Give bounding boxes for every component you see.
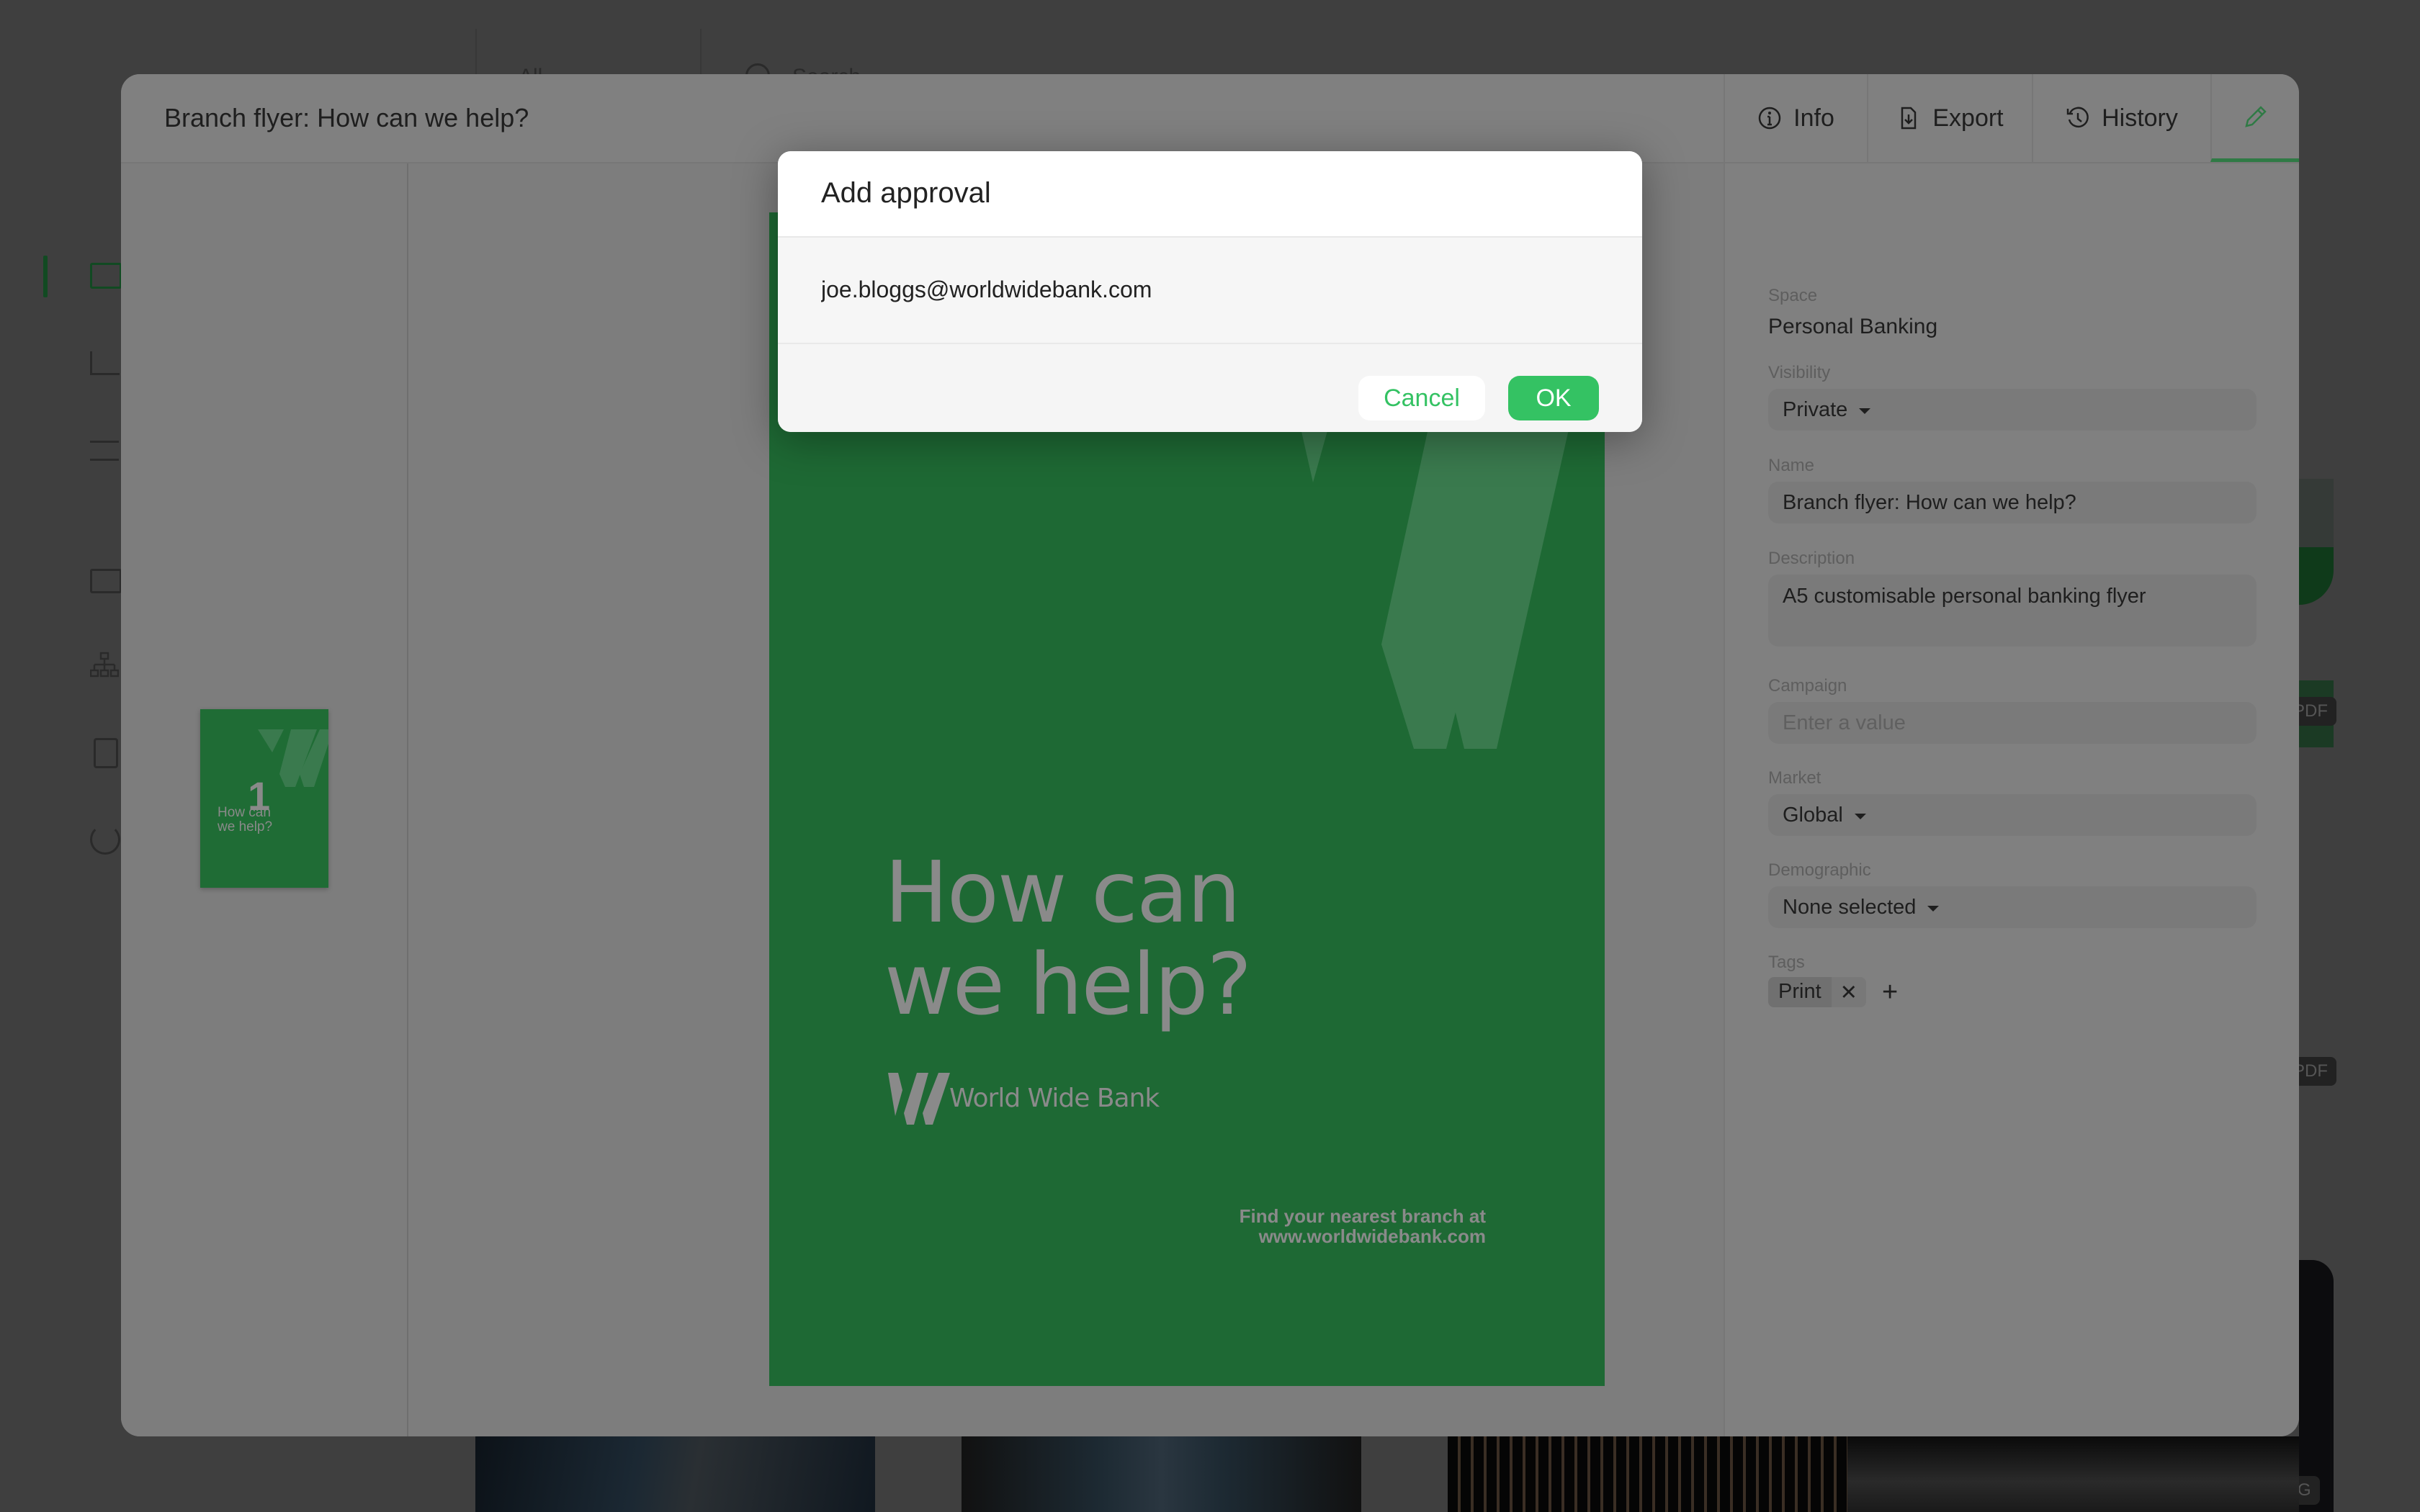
export-file-icon <box>1901 107 1917 130</box>
tab-export[interactable]: Export <box>1867 74 2032 162</box>
history-icon <box>2066 107 2089 128</box>
market-select[interactable]: Global <box>1768 794 2257 836</box>
close-icon[interactable]: ✕ <box>1831 977 1866 1007</box>
dialog-header: Add approval <box>778 151 1642 238</box>
demographic-value: None selected <box>1783 895 1917 919</box>
space-label: Space <box>1768 286 1818 305</box>
chevron-down-icon <box>1859 408 1871 414</box>
visibility-label: Visibility <box>1768 363 1831 382</box>
approver-email-input[interactable] <box>821 276 1541 303</box>
sliders-icon <box>90 441 119 461</box>
chart-icon <box>90 351 120 375</box>
power-icon <box>90 824 120 855</box>
tag-chip: Print ✕ <box>1768 977 1866 1007</box>
tags-label: Tags <box>1768 953 1805 972</box>
space-value: Personal Banking <box>1768 315 1938 338</box>
info-icon <box>1758 107 1781 130</box>
flyer-headline: How can we help? <box>884 842 1252 1034</box>
flyer-footer-line: www.worldwidebank.com <box>1258 1225 1486 1247</box>
add-approval-dialog: Add approval Cancel OK <box>778 151 1642 432</box>
flyer-headline-line: we help? <box>884 935 1252 1034</box>
demographic-select[interactable]: None selected <box>1768 886 2257 928</box>
flyer-headline-line: How can <box>884 842 1241 942</box>
tag-label: Print <box>1768 977 1832 1007</box>
flyer-footer: Find your nearest branch at www.worldwid… <box>1240 1206 1486 1246</box>
market-label: Market <box>1768 768 1821 788</box>
campaign-placeholder: Enter a value <box>1783 711 1906 734</box>
campaign-input[interactable]: Enter a value <box>1768 702 2257 744</box>
bg-photo <box>2299 1260 2334 1512</box>
demographic-label: Demographic <box>1768 860 1871 880</box>
dialog-footer: Cancel OK <box>778 344 1642 432</box>
bg-card-thumb <box>2299 479 2334 547</box>
bg-photo[interactable] <box>475 1436 875 1512</box>
tab-label: Info <box>1793 104 1834 132</box>
brand-logo-icon <box>888 1073 950 1125</box>
contact-card-icon <box>94 738 118 768</box>
description-textarea[interactable]: A5 customisable personal banking flyer <box>1768 575 2257 647</box>
description-value: A5 customisable personal banking flyer <box>1783 585 2146 608</box>
modal-header: Branch flyer: How can we help? Info Expo… <box>121 74 2299 163</box>
modal-title: Branch flyer: How can we help? <box>164 103 529 132</box>
campaign-label: Campaign <box>1768 676 1847 696</box>
page-thumbnail[interactable]: 1 How can we help? <box>200 709 328 888</box>
tab-history[interactable]: History <box>2032 74 2210 162</box>
tab-label: Export <box>1932 104 2004 132</box>
bg-photo[interactable] <box>962 1436 1361 1512</box>
pencil-icon <box>2244 105 2267 127</box>
bg-photo[interactable] <box>1448 1436 1847 1512</box>
chevron-down-icon <box>1927 906 1940 912</box>
tab-info[interactable]: Info <box>1724 74 1867 162</box>
name-input[interactable]: Branch flyer: How can we help? <box>1768 482 2257 523</box>
flyer-footer-line: Find your nearest branch at <box>1239 1205 1486 1227</box>
visibility-value: Private <box>1783 397 1848 421</box>
ok-button[interactable]: OK <box>1508 376 1599 420</box>
bg-sidebar-active-indicator <box>43 256 48 297</box>
folder-icon <box>90 569 122 593</box>
market-value: Global <box>1783 803 1843 827</box>
add-tag-button[interactable]: + <box>1882 977 1898 1008</box>
tab-label: History <box>2102 104 2178 132</box>
hierarchy-icon <box>89 652 120 680</box>
visibility-select[interactable]: Private <box>1768 389 2257 431</box>
bg-photo[interactable] <box>1847 1436 2299 1512</box>
details-panel: Space Personal Banking Visibility Privat… <box>1724 163 2299 1436</box>
tab-edit[interactable] <box>2210 74 2299 162</box>
bg-card-graphic <box>2299 547 2334 605</box>
dialog-title: Add approval <box>821 177 991 209</box>
dialog-body <box>778 238 1642 344</box>
name-value: Branch flyer: How can we help? <box>1783 490 2076 514</box>
image-icon <box>90 263 122 289</box>
cancel-button[interactable]: Cancel <box>1358 376 1485 420</box>
chevron-down-icon <box>1854 814 1866 819</box>
name-label: Name <box>1768 456 1815 475</box>
flyer-brand-name: World Wide Bank <box>949 1084 1160 1113</box>
page-thumbnails-panel: 1 How can we help? <box>121 163 408 1436</box>
thumbnail-headline: How can we help? <box>218 805 273 834</box>
description-label: Description <box>1768 549 1855 568</box>
